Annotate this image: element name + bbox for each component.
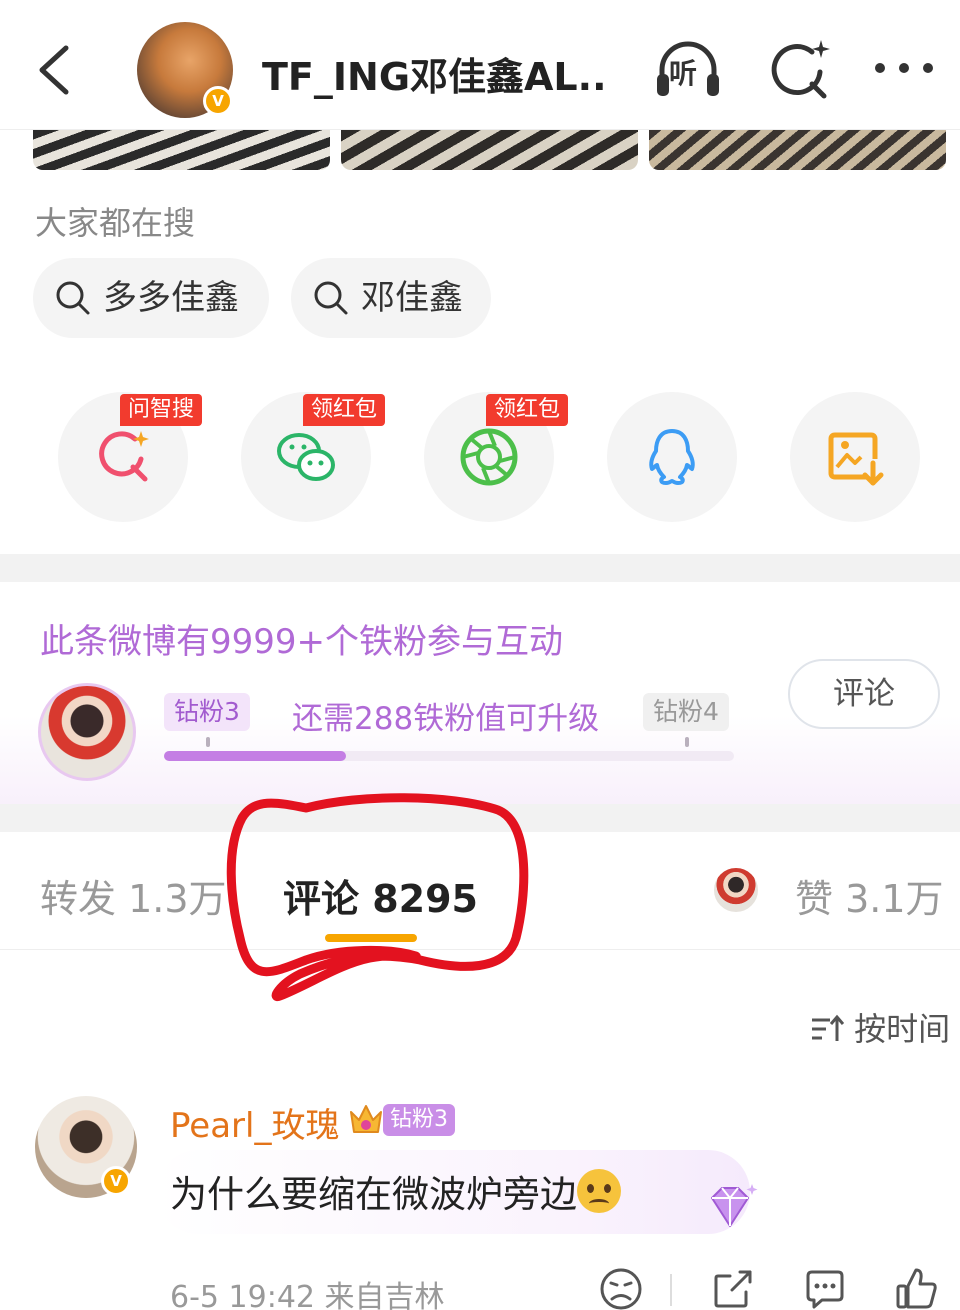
comment-text: 为什么要缩在微波炉旁边 [170, 1164, 621, 1218]
like-thumb-icon[interactable] [894, 1266, 940, 1310]
divider [670, 1274, 672, 1306]
fan-level-badge: 钻粉3 [383, 1104, 455, 1136]
verified-badge-icon: V [101, 1166, 131, 1196]
progress-tick [685, 737, 689, 747]
tab-comment[interactable]: 评论 8295 [283, 868, 478, 923]
page-title[interactable]: TF_ING邓佳鑫AL... [262, 46, 607, 101]
interaction-tabs: 转发 1.3万 评论 8295 赞 3.1万 [0, 832, 960, 950]
commenter-name[interactable]: Pearl_玫瑰 [170, 1098, 339, 1147]
liker-avatar [712, 866, 760, 914]
top-bar: V TF_ING邓佳鑫AL... 听 [0, 0, 960, 130]
trending-search-label: 大家都在搜 [35, 204, 196, 242]
sort-toggle[interactable]: 按时间 [810, 1004, 950, 1050]
search-suggestion[interactable]: 多多佳鑫 [33, 258, 269, 338]
post-image[interactable] [33, 130, 330, 170]
section-divider [0, 554, 960, 582]
user-avatar [38, 683, 136, 781]
upgrade-hint: 还需288铁粉值可升级 [292, 701, 600, 737]
promo-tag: 问智搜 [120, 394, 203, 426]
promo-tag: 领红包 [303, 394, 386, 426]
search-icon [314, 281, 348, 315]
next-fan-level: 钻粉4 [643, 693, 729, 731]
sort-label: 按时间 [854, 1010, 951, 1048]
qq-icon [649, 429, 695, 485]
fan-interaction-title: 此条微博有9999+个铁粉参与互动 [40, 622, 564, 662]
fan-progress-bar [164, 751, 734, 761]
share-qq-button[interactable] [607, 392, 737, 522]
comment-meta: 6-5 19:42 来自吉林 [170, 1280, 445, 1310]
post-images [33, 130, 946, 170]
active-tab-indicator [325, 934, 417, 942]
listen-label: 听 [669, 57, 698, 90]
wechat-icon [277, 433, 335, 481]
comment-text-body: 为什么要缩在微波炉旁边 [170, 1173, 577, 1216]
dislike-face-icon[interactable] [598, 1266, 644, 1310]
comment-button[interactable]: 评论 [788, 659, 940, 729]
promo-tag: 领红包 [486, 394, 569, 426]
search-suggestion[interactable]: 邓佳鑫 [291, 258, 491, 338]
progress-tick [206, 737, 210, 747]
more-dots-icon[interactable] [872, 56, 936, 80]
section-divider [0, 804, 960, 832]
ai-search-icon[interactable] [766, 38, 834, 102]
search-icon [56, 281, 90, 315]
back-arrow-icon[interactable] [28, 40, 84, 100]
sort-icon [812, 1014, 845, 1041]
share-icon[interactable] [710, 1266, 756, 1310]
reply-icon[interactable] [802, 1266, 848, 1310]
ai-search-icon [99, 431, 149, 482]
save-image-icon [828, 432, 884, 486]
post-image[interactable] [649, 130, 946, 170]
diamond-decoration-icon [711, 1184, 758, 1227]
search-suggestion-label: 邓佳鑫 [361, 278, 463, 318]
fan-progress-fill [164, 751, 347, 761]
tab-repost[interactable]: 转发 1.3万 [40, 868, 227, 923]
save-image-button[interactable] [790, 392, 920, 522]
moments-icon [460, 428, 518, 486]
crown-icon [350, 1105, 382, 1133]
current-fan-level: 钻粉3 [164, 693, 250, 731]
post-image[interactable] [341, 130, 638, 170]
verified-badge-icon: V [203, 86, 233, 116]
search-suggestion-label: 多多佳鑫 [103, 278, 239, 318]
tab-like[interactable]: 赞 3.1万 [795, 868, 944, 923]
crying-face-icon [577, 1169, 621, 1213]
listen-button[interactable]: 听 [654, 38, 722, 102]
